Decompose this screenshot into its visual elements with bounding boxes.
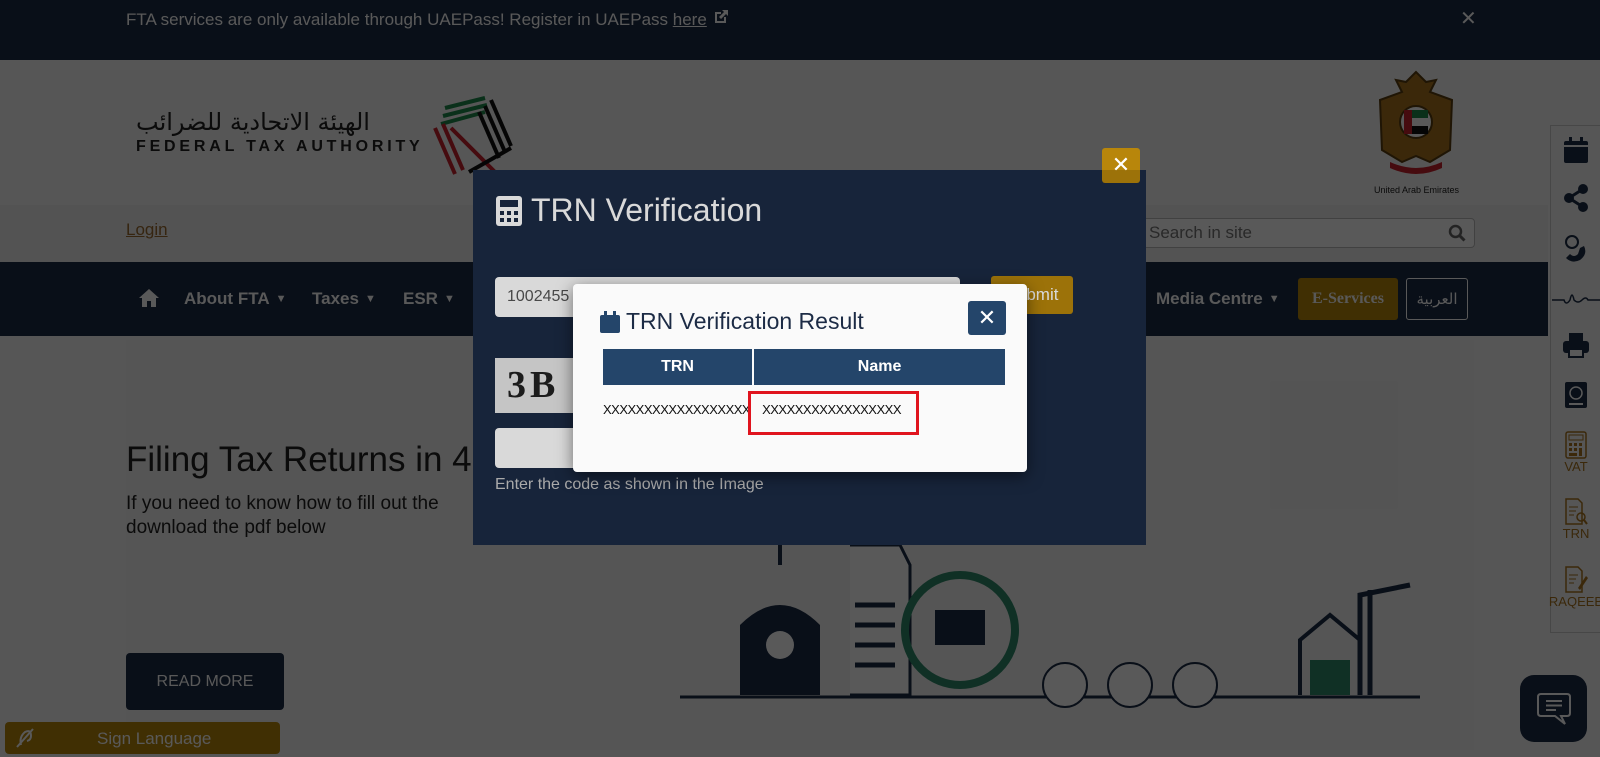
column-header-trn: TRN: [603, 349, 753, 385]
result-modal-close-button[interactable]: ✕: [968, 301, 1006, 335]
name-highlight-box: [748, 391, 919, 435]
column-header-name: Name: [754, 349, 1006, 385]
result-modal-title: TRN Verification Result: [600, 308, 864, 335]
trn-modal-title: TRN Verification: [495, 192, 762, 229]
table-header-row: TRN Name: [603, 349, 1006, 385]
result-modal-title-text: TRN Verification Result: [626, 308, 864, 334]
trn-result-modal: TRN Verification Result ✕ TRN Name XXXXX…: [573, 284, 1027, 472]
calendar-icon: [600, 310, 620, 333]
trn-cell: XXXXXXXXXXXXXXXXXX: [603, 401, 751, 417]
trn-modal-title-text: TRN Verification: [531, 192, 763, 228]
calculator-icon: [496, 195, 522, 226]
trn-modal-close-button[interactable]: ✕: [1102, 148, 1140, 183]
captcha-hint: Enter the code as shown in the Image: [495, 476, 764, 493]
